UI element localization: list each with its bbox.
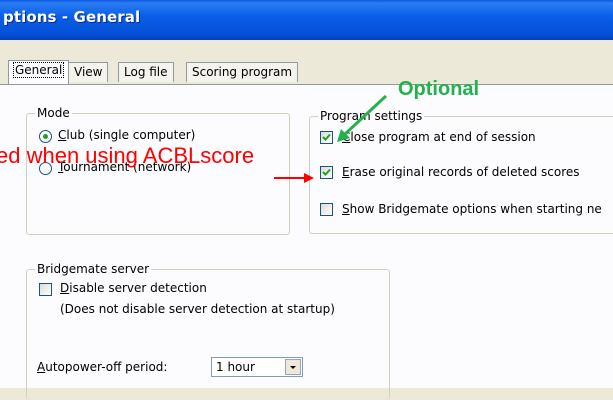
green-arrow-icon [337,94,388,142]
annotation-arrows [274,94,388,183]
tab-general[interactable]: General [8,60,70,84]
red-arrow-icon [274,173,314,183]
